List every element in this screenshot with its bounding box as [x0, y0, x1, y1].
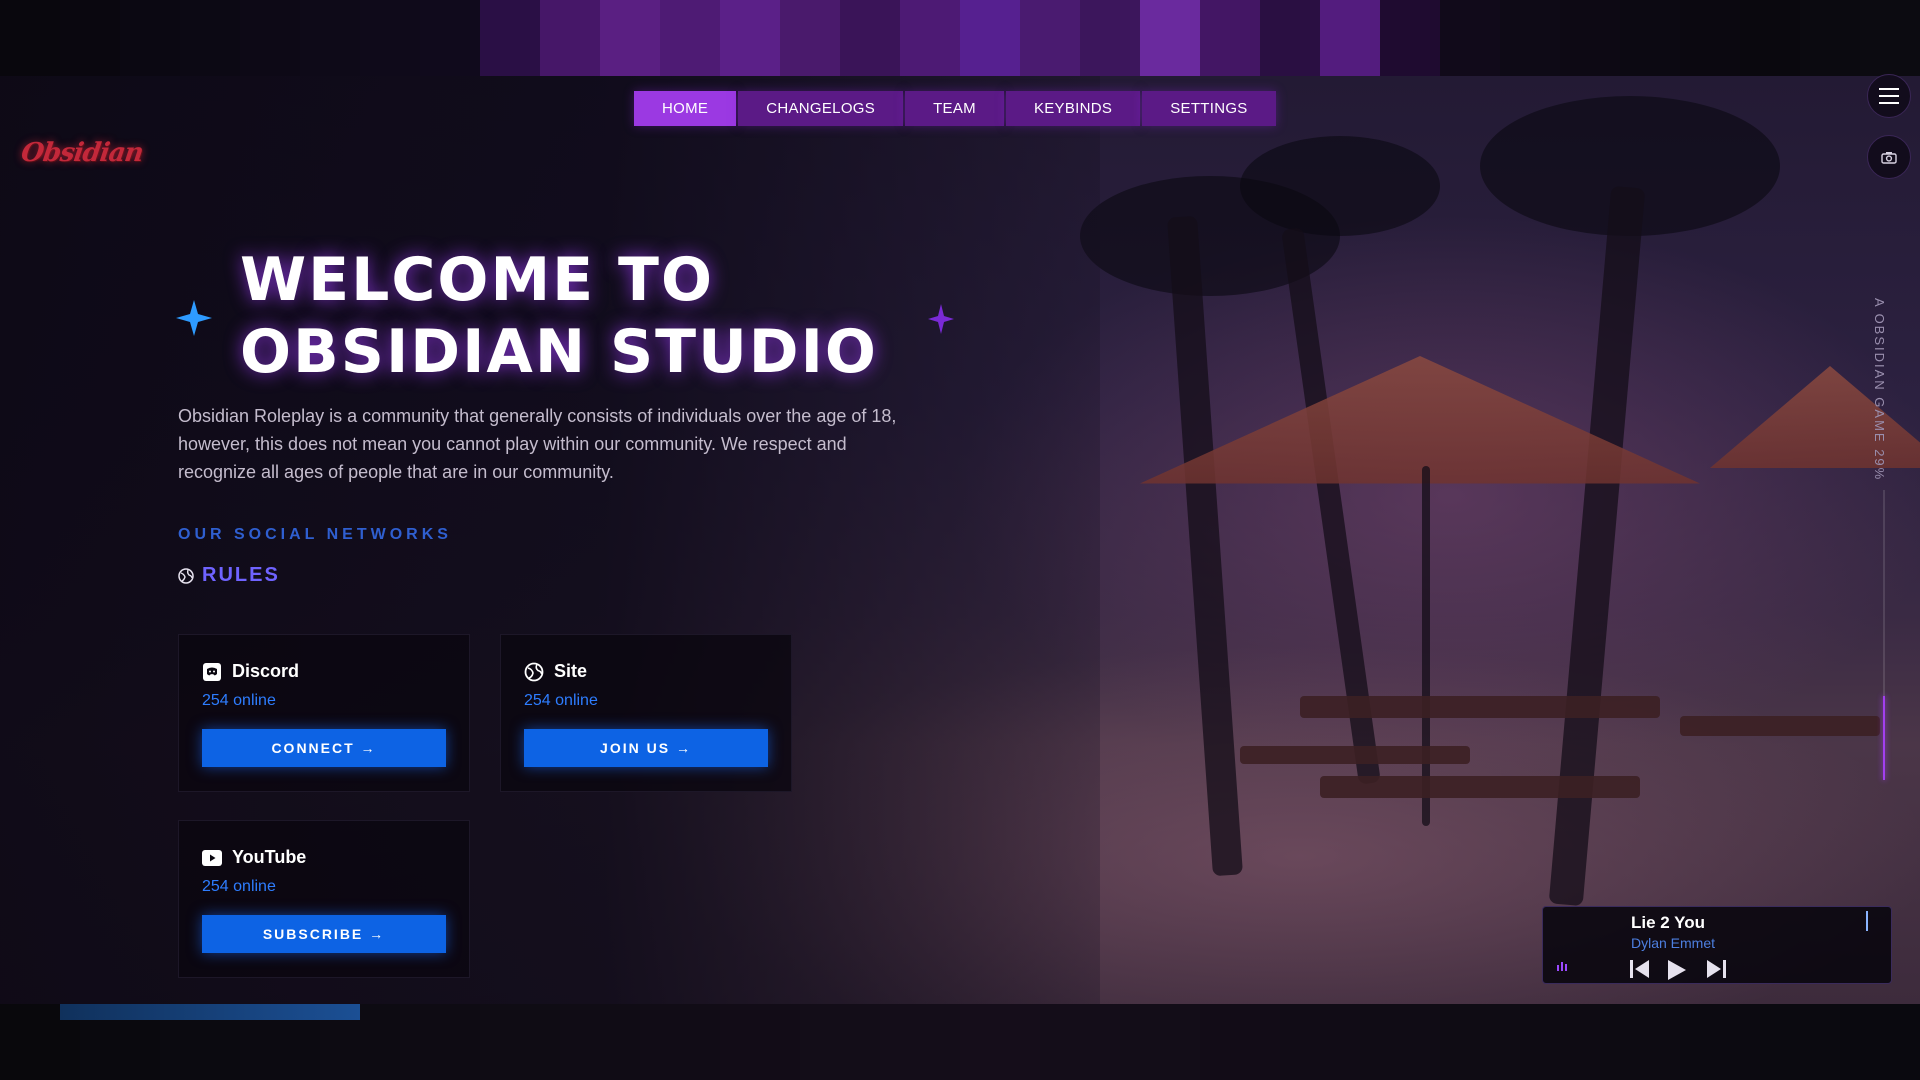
main-nav: HOME CHANGELOGS TEAM KEYBINDS SETTINGS: [634, 91, 1276, 126]
community-description: Obsidian Roleplay is a community that ge…: [178, 406, 897, 482]
youtube-card: YouTube 254 online SUBSCRIBE →: [178, 820, 470, 978]
top-mosaic-strip: [0, 0, 1920, 76]
previous-track-icon[interactable]: [1629, 959, 1651, 979]
track-artist: Dylan Emmet: [1631, 935, 1716, 951]
menu-button[interactable]: [1867, 74, 1911, 118]
play-icon[interactable]: [1667, 959, 1687, 981]
site-online-count: 254 online: [524, 692, 598, 709]
discord-online-count: 254 online: [202, 692, 276, 709]
obsidian-logo: Obsidian: [19, 138, 145, 168]
page-title: WELCOME TO OBSIDIAN STUDIO: [240, 244, 878, 388]
loading-accent-bar: [60, 1004, 360, 1020]
discord-connect-button[interactable]: CONNECT →: [202, 729, 446, 767]
tab-settings[interactable]: SETTINGS: [1142, 91, 1276, 126]
globe-icon: [178, 567, 194, 584]
loading-progress-fill: [1883, 695, 1885, 780]
sparkle-purple-icon: [928, 304, 954, 334]
camera-icon: [1881, 151, 1897, 164]
sparkle-blue-icon: [176, 300, 212, 336]
youtube-subscribe-button[interactable]: SUBSCRIBE →: [202, 915, 446, 953]
hamburger-icon: [1879, 88, 1899, 104]
rules-label: RULES: [202, 564, 280, 586]
equalizer-icon: [1557, 961, 1567, 971]
volume-indicator[interactable]: [1866, 911, 1868, 931]
track-title: Lie 2 You: [1631, 913, 1706, 932]
next-track-icon[interactable]: [1705, 959, 1727, 979]
title-line-2: OBSIDIAN STUDIO: [240, 317, 878, 387]
discord-card-title: Discord: [232, 661, 300, 681]
loading-status-text: A OBSIDIAN GAME 29%: [1872, 298, 1887, 482]
youtube-card-title: YouTube: [232, 847, 307, 867]
rules-link[interactable]: RULES: [178, 564, 280, 587]
tab-team[interactable]: TEAM: [905, 91, 1004, 126]
site-card-title: Site: [554, 661, 588, 681]
tab-changelogs[interactable]: CHANGELOGS: [738, 91, 904, 126]
discord-card: Discord 254 online CONNECT →: [178, 634, 470, 792]
tab-keybinds[interactable]: KEYBINDS: [1005, 91, 1141, 126]
youtube-online-count: 254 online: [202, 878, 276, 895]
discord-icon: [203, 662, 221, 681]
site-card: Site 254 online JOIN US →: [500, 634, 792, 792]
screenshot-button[interactable]: [1867, 135, 1911, 179]
music-player: Lie 2 You Dylan Emmet: [1542, 906, 1892, 984]
globe-icon: [524, 662, 544, 681]
site-join-button[interactable]: JOIN US →: [524, 729, 768, 767]
loading-progress-track: [1883, 490, 1885, 780]
title-line-1: WELCOME TO: [240, 245, 714, 315]
youtube-icon: [202, 849, 222, 866]
tab-home[interactable]: HOME: [634, 91, 737, 126]
social-networks-heading: OUR SOCIAL NETWORKS: [178, 526, 452, 543]
